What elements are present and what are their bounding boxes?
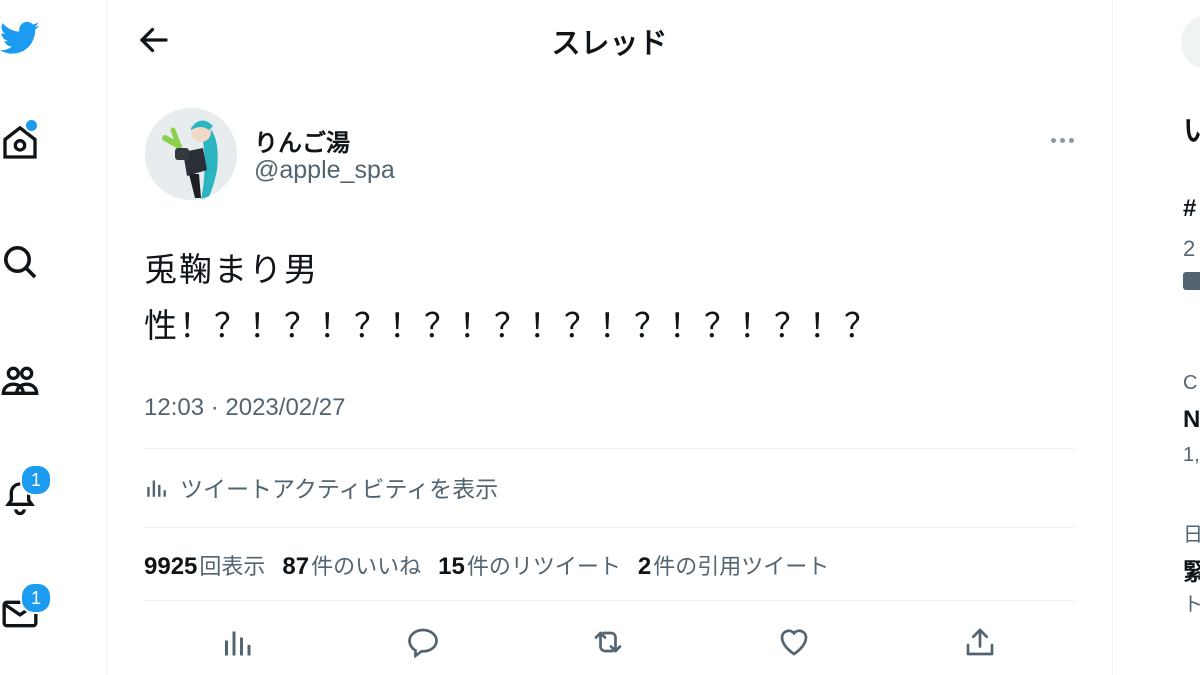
divider <box>144 527 1076 528</box>
tweet-activity-link[interactable]: ツイートアクティビティを表示 <box>144 470 498 504</box>
more-button[interactable] <box>1044 126 1080 154</box>
notifications-badge: 1 <box>20 464 52 496</box>
twitter-logo[interactable] <box>0 12 46 64</box>
trend-count: 1, <box>1183 444 1200 466</box>
trend-category: C <box>1183 372 1198 394</box>
more-icon <box>1050 137 1056 143</box>
reply-button[interactable] <box>401 620 445 664</box>
retweet-icon <box>594 631 622 653</box>
nav-home[interactable] <box>0 116 46 168</box>
analytics-icon <box>147 480 166 497</box>
divider <box>144 448 1076 449</box>
trend-name[interactable]: 緊 <box>1183 552 1200 587</box>
divider <box>144 600 1076 601</box>
reply-icon <box>408 628 438 659</box>
stat-retweets[interactable]: 15件のリツイート <box>438 549 621 581</box>
tweet-timestamp[interactable]: 12:03 · 2023/02/27 <box>144 394 346 422</box>
tweet-text: 兎鞠まり男 性！？！？！？！？！？！？！？！？！？！？ <box>144 250 879 345</box>
twitter-bird-icon <box>0 21 40 54</box>
page-title: スレッド <box>551 26 668 60</box>
trend-count: 2 <box>1183 236 1196 261</box>
main-column: スレッド りんご湯 @apple_spa 兎鞠まり男 性！？！？！？！？！？！？… <box>107 0 1113 675</box>
nav-communities[interactable] <box>0 354 46 406</box>
more-icon <box>1059 137 1065 143</box>
stat-likes[interactable]: 87件のいいね <box>282 549 421 581</box>
user-handle[interactable]: @apple_spa <box>254 156 395 185</box>
trend-name[interactable]: N <box>1183 406 1200 434</box>
more-icon <box>1068 137 1074 143</box>
messages-badge: 1 <box>20 582 52 614</box>
share-icon <box>966 628 994 656</box>
trends-heading: い <box>1183 115 1200 148</box>
share-button[interactable] <box>958 620 1002 664</box>
left-nav: 1 1 <box>0 0 107 675</box>
nav-notifications[interactable]: 1 <box>0 464 52 522</box>
communities-icon <box>1 366 39 395</box>
unread-dot <box>24 118 39 133</box>
trend-subtext: ト <box>1183 594 1200 616</box>
right-column: い # 2 C N 1, 日 緊 ト <box>1113 0 1200 675</box>
nav-messages[interactable]: 1 <box>0 582 52 640</box>
search-icon <box>3 246 37 279</box>
stat-views: 9925回表示 <box>144 553 266 580</box>
tweet-activity-label: ツイートアクティビティを表示 <box>180 477 499 503</box>
stat-quotes[interactable]: 2件の引用ツイート <box>638 549 829 581</box>
nav-explore[interactable] <box>0 236 46 288</box>
tweet-stats: 9925回表示 87件のいいね 15件のリツイート 2件の引用ツイート <box>144 549 846 581</box>
like-icon <box>780 629 808 656</box>
trend-icon <box>1183 272 1200 290</box>
trend-category: 日 <box>1183 524 1200 546</box>
avatar[interactable] <box>145 108 237 200</box>
like-button[interactable] <box>772 620 816 664</box>
analytics-button[interactable] <box>215 620 259 664</box>
trend-tag[interactable]: # <box>1183 195 1196 223</box>
analytics-icon <box>225 631 251 656</box>
retweet-button[interactable] <box>586 620 630 664</box>
avatar-image <box>145 108 237 200</box>
display-name[interactable]: りんご湯 <box>254 123 350 158</box>
search-input[interactable] <box>1181 14 1200 70</box>
